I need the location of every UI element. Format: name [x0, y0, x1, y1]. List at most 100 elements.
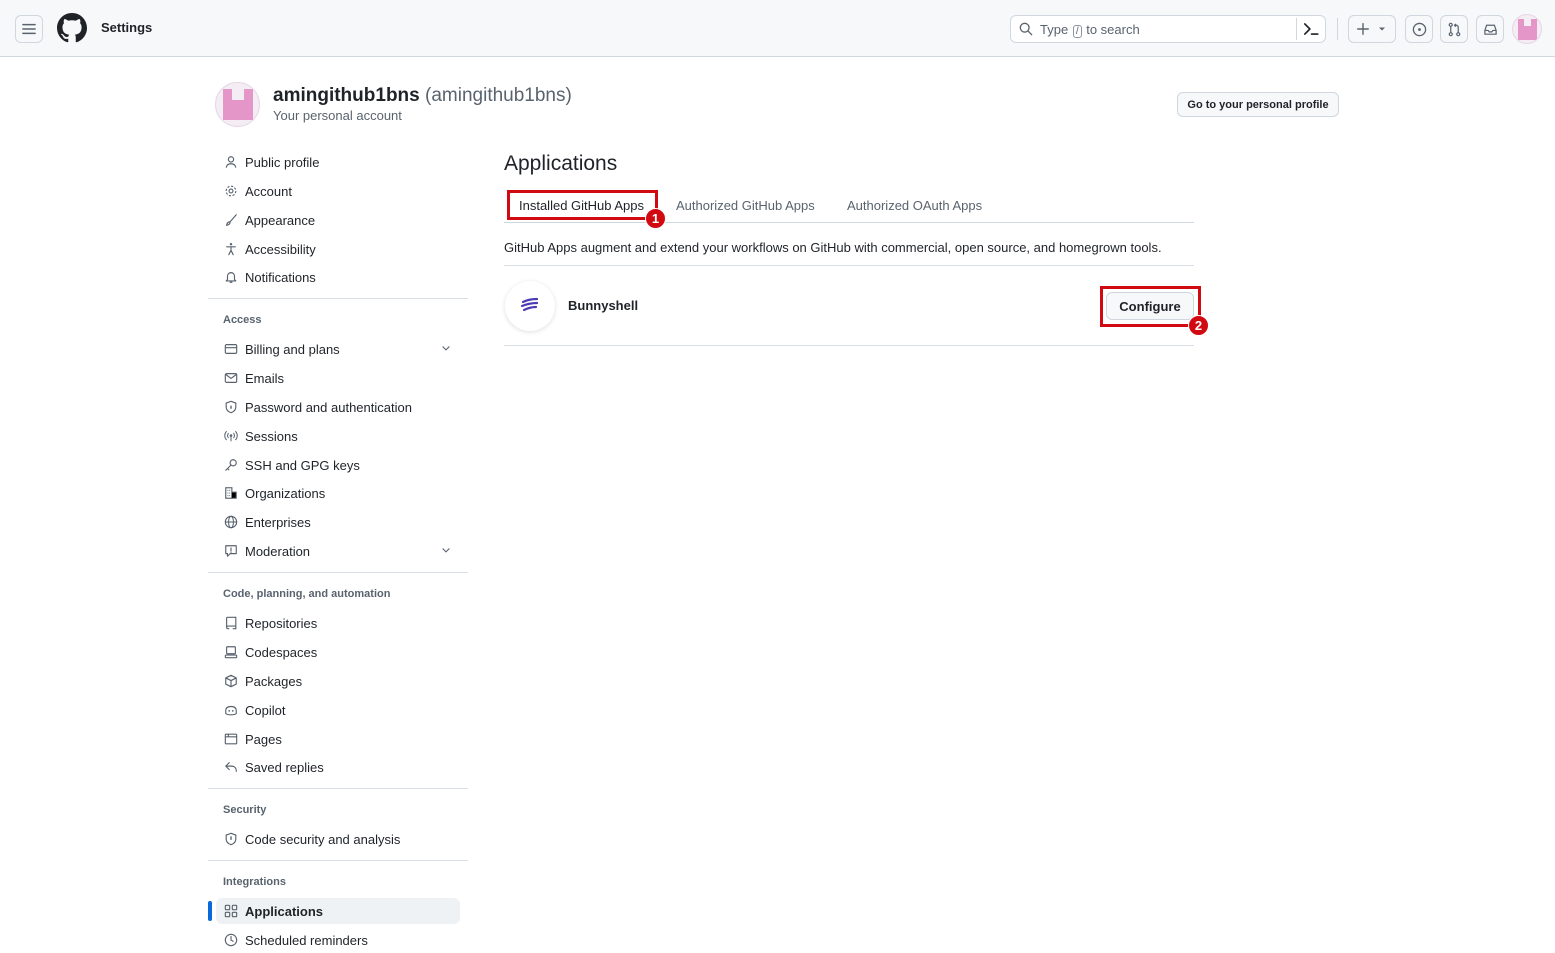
issues-button[interactable] — [1405, 15, 1433, 43]
global-header: Settings Type / to search — [0, 0, 1555, 57]
sidebar-divider — [208, 860, 468, 861]
mail-icon — [223, 370, 239, 386]
sidebar-item-organizations[interactable]: Organizations — [216, 480, 460, 506]
sidebar-item-scheduled-reminders[interactable]: Scheduled reminders — [216, 927, 460, 953]
open-menu-button[interactable] — [15, 15, 43, 43]
repo-icon — [223, 615, 239, 631]
go-to-profile-button[interactable]: Go to your personal profile — [1177, 92, 1339, 117]
sidebar-item-label: Moderation — [245, 543, 311, 559]
sidebar-item-label: Scheduled reminders — [245, 932, 368, 948]
sidebar-item-codespaces[interactable]: Codespaces — [216, 639, 460, 665]
globe-icon — [223, 514, 239, 530]
shield-icon — [223, 831, 239, 847]
sidebar-item-enterprises[interactable]: Enterprises — [216, 509, 460, 535]
sidebar-item-label: Pages — [245, 731, 282, 747]
account-subtitle: Your personal account — [273, 108, 402, 123]
organization-icon — [223, 485, 239, 501]
sidebar-item-copilot[interactable]: Copilot — [216, 697, 460, 723]
apps-description: GitHub Apps augment and extend your work… — [504, 240, 1162, 255]
github-logo-icon[interactable] — [57, 13, 87, 43]
search-input[interactable]: Type / to search — [1010, 15, 1326, 43]
sidebar-item-label: Organizations — [245, 485, 326, 501]
sidebar-heading-access: Access — [223, 314, 262, 326]
search-suffix: to search — [1086, 22, 1140, 37]
search-icon — [1019, 22, 1033, 36]
account-name: amingithub1bns (amingithub1bns) — [273, 85, 572, 107]
annotation-badge-2: 2 — [1188, 315, 1209, 336]
sidebar-item-emails[interactable]: Emails — [216, 365, 460, 391]
search-prefix: Type — [1040, 22, 1069, 37]
broadcast-icon — [223, 428, 239, 444]
sidebar-item-accessibility[interactable]: Accessibility — [216, 236, 460, 262]
sidebar-divider — [208, 788, 468, 789]
copilot-icon — [223, 702, 239, 718]
report-icon — [223, 543, 239, 559]
sidebar-divider — [208, 572, 468, 573]
gear-icon — [223, 183, 239, 199]
person-icon — [223, 154, 239, 170]
sidebar-item-label: Emails — [245, 370, 285, 386]
sidebar-item-account[interactable]: Account — [216, 178, 460, 204]
sidebar-item-label: Code security and analysis — [245, 831, 401, 847]
sidebar-item-label: Account — [245, 183, 292, 199]
sidebar-item-label: Saved replies — [245, 759, 324, 775]
list-divider — [504, 345, 1194, 346]
reply-icon — [223, 759, 239, 775]
sidebar-item-label: Copilot — [245, 702, 286, 718]
sidebar-divider — [208, 298, 468, 299]
sidebar-item-saved-replies[interactable]: Saved replies — [216, 754, 460, 780]
highlight-box-1 — [507, 190, 658, 220]
clock-icon — [223, 932, 239, 948]
highlight-box-2 — [1100, 286, 1201, 327]
sidebar-item-billing[interactable]: Billing and plans — [216, 336, 460, 362]
sidebar-item-label: Enterprises — [245, 514, 311, 530]
context-title[interactable]: Settings — [101, 20, 152, 35]
user-avatar[interactable] — [1512, 14, 1542, 44]
search-divider — [1296, 18, 1297, 40]
inbox-icon — [1483, 24, 1497, 35]
sidebar-item-appearance[interactable]: Appearance — [216, 207, 460, 233]
sidebar-item-code-security[interactable]: Code security and analysis — [216, 826, 460, 852]
sidebar-item-packages[interactable]: Packages — [216, 668, 460, 694]
sidebar-item-applications[interactable]: Applications — [216, 898, 460, 924]
bunnyshell-logo — [505, 281, 555, 331]
page-title: Applications — [504, 152, 618, 175]
annotation-badge-1: 1 — [645, 208, 666, 229]
issue-opened-icon — [1412, 22, 1426, 36]
sidebar-item-repositories[interactable]: Repositories — [216, 610, 460, 636]
header-divider — [1337, 18, 1338, 40]
shield-lock-icon — [223, 399, 239, 415]
tab-authorized-oauth-apps[interactable]: Authorized OAuth Apps — [847, 198, 982, 213]
sidebar-item-sessions[interactable]: Sessions — [216, 423, 460, 449]
sidebar-item-moderation[interactable]: Moderation — [216, 538, 460, 564]
sidebar-item-password[interactable]: Password and authentication — [216, 394, 460, 420]
plus-icon — [1357, 23, 1369, 35]
sidebar-item-label: Codespaces — [245, 644, 318, 660]
search-shortcut-key: / — [1072, 25, 1082, 38]
sidebar-item-notifications[interactable]: Notifications — [216, 264, 460, 290]
sidebar-item-label: Repositories — [245, 615, 318, 631]
create-new-button[interactable] — [1348, 15, 1396, 43]
browser-icon — [223, 731, 239, 747]
key-icon — [223, 457, 239, 473]
account-display-name: amingithub1bns — [273, 85, 420, 106]
pull-requests-button[interactable] — [1440, 15, 1468, 43]
sidebar-item-public-profile[interactable]: Public profile — [216, 149, 460, 175]
sidebar-item-label: Notifications — [245, 269, 316, 285]
credit-card-icon — [223, 341, 239, 357]
app-name: Bunnyshell — [568, 298, 639, 313]
sidebar-item-label: Public profile — [245, 154, 320, 170]
command-palette-icon[interactable] — [1302, 20, 1320, 38]
sidebar-item-label: Sessions — [245, 428, 298, 444]
list-divider — [504, 265, 1194, 266]
bell-icon — [223, 269, 239, 285]
search-placeholder: Type / to search — [1040, 22, 1140, 38]
sidebar-item-pages[interactable]: Pages — [216, 726, 460, 752]
package-icon — [223, 673, 239, 689]
chevron-down-icon — [442, 346, 450, 351]
paintbrush-icon — [223, 212, 239, 228]
hamburger-icon — [22, 23, 36, 35]
sidebar-item-ssh-keys[interactable]: SSH and GPG keys — [216, 452, 460, 478]
tab-authorized-github-apps[interactable]: Authorized GitHub Apps — [676, 198, 815, 213]
inbox-button[interactable] — [1476, 15, 1504, 43]
